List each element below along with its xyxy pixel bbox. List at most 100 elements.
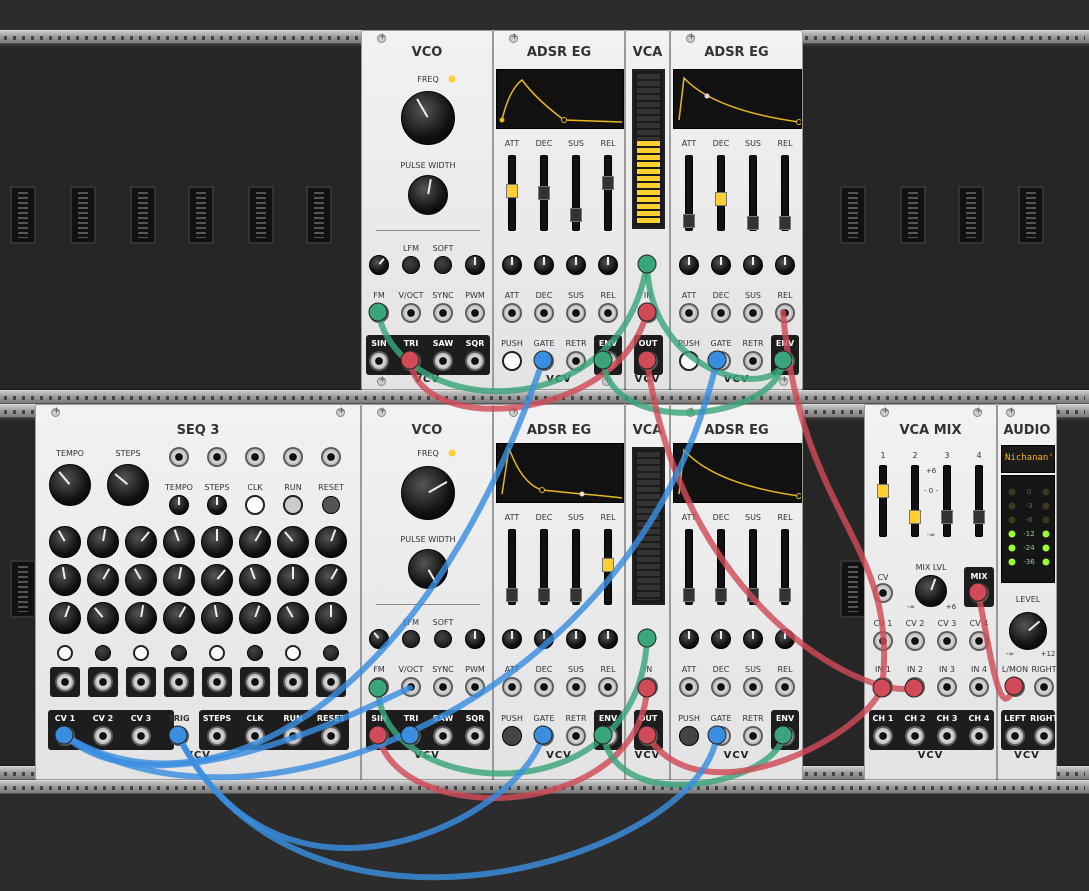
- att-slider[interactable]: [683, 529, 695, 605]
- gate-toggle-button[interactable]: [209, 645, 225, 661]
- gate-jack[interactable]: [711, 726, 731, 746]
- att-slider[interactable]: [506, 529, 518, 605]
- slider-handle[interactable]: [747, 588, 759, 602]
- tri-jack[interactable]: [401, 726, 421, 746]
- steps-cv-jack[interactable]: [207, 447, 227, 467]
- freq-knob[interactable]: [401, 466, 455, 520]
- pwm-jack[interactable]: [465, 677, 485, 697]
- retr-jack[interactable]: [743, 726, 763, 746]
- seq3-module[interactable]: SEQ 3 TEMPO STEPS TEMPO STEPS CLK RUN RE…: [35, 404, 361, 780]
- ch4-out-jack[interactable]: [969, 726, 989, 746]
- ch4-slider[interactable]: [973, 465, 985, 537]
- sqr-jack[interactable]: [465, 726, 485, 746]
- lmon-jack[interactable]: [1005, 677, 1025, 697]
- step-gate-jack[interactable]: [55, 672, 75, 692]
- step-knob[interactable]: [125, 602, 157, 634]
- cv4-jack[interactable]: [969, 631, 989, 651]
- dec-slider[interactable]: [538, 155, 550, 231]
- step-gate-jack[interactable]: [131, 672, 151, 692]
- vca-module[interactable]: VCA IN OUT VCV: [625, 30, 670, 390]
- rel-slider[interactable]: [779, 155, 791, 231]
- cv3-jack[interactable]: [937, 631, 957, 651]
- steps-knob[interactable]: [107, 464, 149, 506]
- step-knob[interactable]: [87, 564, 119, 596]
- fm-atten-knob[interactable]: [369, 629, 389, 649]
- step-knob[interactable]: [239, 602, 271, 634]
- sus-cv-knob[interactable]: [743, 255, 763, 275]
- step-knob[interactable]: [239, 564, 271, 596]
- right-in-jack[interactable]: [1034, 677, 1054, 697]
- cv1-jack[interactable]: [873, 631, 893, 651]
- cv-jack[interactable]: [873, 583, 893, 603]
- rel-cv-jack[interactable]: [598, 677, 618, 697]
- step-gate-jack[interactable]: [207, 672, 227, 692]
- mix-lvl-knob[interactable]: [915, 575, 947, 607]
- in1-jack[interactable]: [873, 677, 893, 697]
- step-gate-jack[interactable]: [245, 672, 265, 692]
- sus-cv-knob[interactable]: [743, 629, 763, 649]
- dec-slider[interactable]: [715, 155, 727, 231]
- gate-jack[interactable]: [711, 351, 731, 371]
- fm-atten-knob[interactable]: [369, 255, 389, 275]
- gate-toggle-button[interactable]: [247, 645, 263, 661]
- run-button[interactable]: [283, 495, 303, 515]
- att-slider[interactable]: [683, 155, 695, 231]
- att-cv-jack[interactable]: [502, 677, 522, 697]
- clk-button[interactable]: [245, 495, 265, 515]
- clk-in-jack[interactable]: [245, 447, 265, 467]
- gate-jack[interactable]: [534, 351, 554, 371]
- slider-handle[interactable]: [909, 510, 921, 524]
- sus-cv-jack[interactable]: [743, 677, 763, 697]
- slider-handle[interactable]: [683, 588, 695, 602]
- sus-slider[interactable]: [747, 155, 759, 231]
- out-jack[interactable]: [638, 351, 658, 371]
- tempo-cv-jack[interactable]: [169, 447, 189, 467]
- cv3-jack[interactable]: [131, 726, 151, 746]
- push-button[interactable]: [679, 351, 699, 371]
- step-knob[interactable]: [201, 564, 233, 596]
- step-knob[interactable]: [315, 526, 347, 558]
- step-knob[interactable]: [125, 564, 157, 596]
- voct-jack[interactable]: [401, 303, 421, 323]
- slider-handle[interactable]: [538, 186, 550, 200]
- soft-button[interactable]: [434, 256, 452, 274]
- slider-handle[interactable]: [973, 510, 985, 524]
- rel-cv-jack[interactable]: [775, 303, 795, 323]
- step-knob[interactable]: [125, 526, 157, 558]
- sync-jack[interactable]: [433, 677, 453, 697]
- reset-in-jack[interactable]: [321, 447, 341, 467]
- step-knob[interactable]: [201, 602, 233, 634]
- slider-handle[interactable]: [506, 588, 518, 602]
- step-knob[interactable]: [49, 526, 81, 558]
- att-cv-jack[interactable]: [679, 303, 699, 323]
- slider-handle[interactable]: [747, 216, 759, 230]
- step-knob[interactable]: [277, 564, 309, 596]
- slider-handle[interactable]: [570, 208, 582, 222]
- step-knob[interactable]: [163, 602, 195, 634]
- freq-knob[interactable]: [401, 91, 455, 145]
- slider-handle[interactable]: [602, 176, 614, 190]
- step-knob[interactable]: [87, 602, 119, 634]
- slider-handle[interactable]: [570, 588, 582, 602]
- dec-slider[interactable]: [715, 529, 727, 605]
- slider-handle[interactable]: [715, 588, 727, 602]
- rel-slider[interactable]: [602, 155, 614, 231]
- step-knob[interactable]: [239, 526, 271, 558]
- sin-jack[interactable]: [369, 726, 389, 746]
- env-jack[interactable]: [598, 351, 618, 371]
- gate-toggle-button[interactable]: [57, 645, 73, 661]
- rel-cv-jack[interactable]: [775, 677, 795, 697]
- rel-cv-knob[interactable]: [775, 255, 795, 275]
- saw-jack[interactable]: [433, 351, 453, 371]
- slider-handle[interactable]: [506, 184, 518, 198]
- sus-cv-knob[interactable]: [566, 255, 586, 275]
- push-button[interactable]: [502, 351, 522, 371]
- retr-jack[interactable]: [566, 351, 586, 371]
- step-knob[interactable]: [163, 526, 195, 558]
- lfm-button[interactable]: [402, 630, 420, 648]
- pwm-atten-knob[interactable]: [465, 629, 485, 649]
- lfm-button[interactable]: [402, 256, 420, 274]
- cv1-jack[interactable]: [55, 726, 75, 746]
- vca-mix-module[interactable]: VCA MIX 1 2 3 4 +6 - 0 - -∞ CV MIX LVL -…: [864, 404, 997, 780]
- step-gate-jack[interactable]: [93, 672, 113, 692]
